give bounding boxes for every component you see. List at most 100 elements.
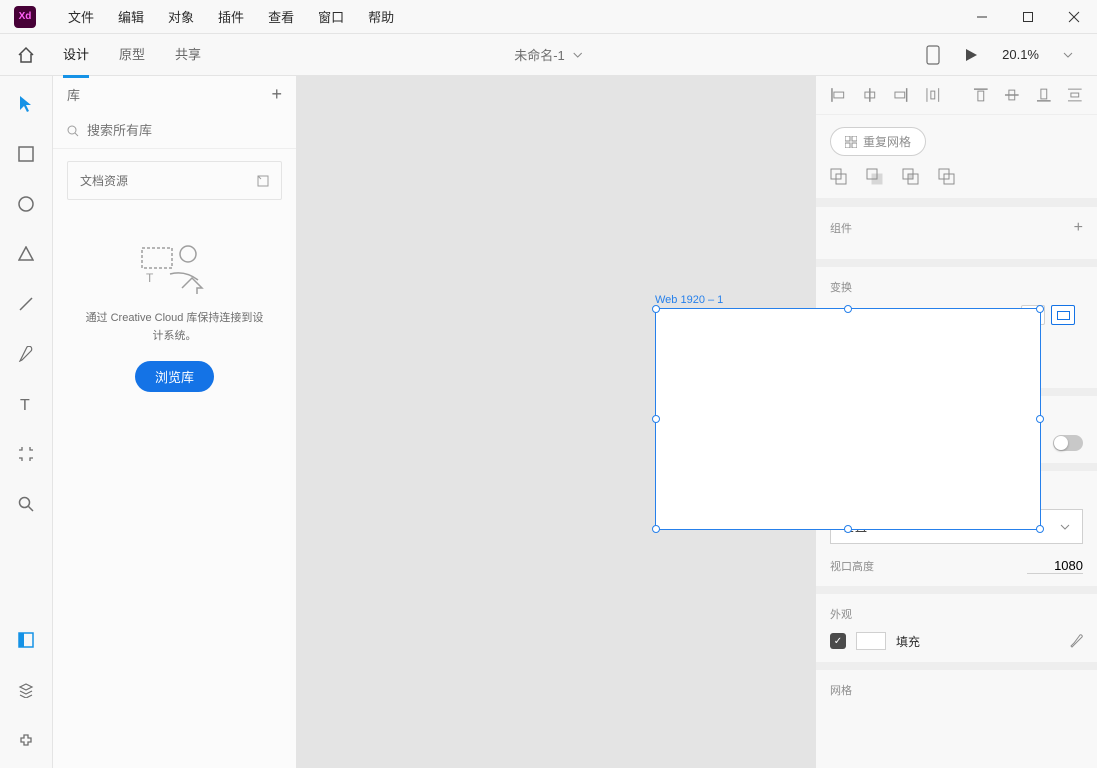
library-search[interactable] bbox=[53, 113, 296, 149]
eyedropper-icon[interactable] bbox=[1069, 634, 1083, 648]
zoom-value[interactable]: 20.1% bbox=[1002, 47, 1039, 62]
appearance-label: 外观 bbox=[830, 606, 852, 622]
viewport-height-label: 视口高度 bbox=[830, 558, 874, 574]
select-tool[interactable] bbox=[14, 92, 38, 116]
menu-file[interactable]: 文件 bbox=[68, 7, 94, 26]
mode-bar-right: 20.1% bbox=[926, 45, 1097, 65]
library-title: 库 bbox=[67, 85, 80, 104]
document-title[interactable]: 未命名-1 bbox=[514, 45, 583, 64]
distribute-v-icon[interactable] bbox=[1067, 86, 1083, 104]
home-icon bbox=[17, 46, 35, 64]
main-layout: T 库 + 文档资源 T 通过 Creative Cloud 库保持连接到设计系… bbox=[0, 76, 1097, 768]
menu-bar: 文件 编辑 对象 插件 查看 窗口 帮助 bbox=[68, 7, 394, 26]
repeat-section: 重复网格 bbox=[816, 115, 1097, 199]
exclude-icon[interactable] bbox=[938, 168, 956, 186]
align-row bbox=[816, 76, 1097, 115]
resize-handle-ml[interactable] bbox=[652, 415, 660, 423]
fill-swatch[interactable] bbox=[856, 632, 886, 650]
grid-label: 网格 bbox=[830, 682, 852, 698]
browse-libraries-button[interactable]: 浏览库 bbox=[135, 361, 214, 392]
zoom-chevron-icon[interactable] bbox=[1063, 52, 1073, 58]
component-section: 组件 + bbox=[816, 199, 1097, 259]
subtract-icon[interactable] bbox=[866, 168, 884, 186]
chevron-down-icon bbox=[573, 52, 583, 58]
polygon-tool[interactable] bbox=[14, 242, 38, 266]
search-icon bbox=[67, 125, 79, 137]
tab-share[interactable]: 共享 bbox=[175, 32, 201, 78]
viewport-height-input[interactable] bbox=[1027, 558, 1083, 574]
window-controls bbox=[959, 0, 1097, 34]
line-tool[interactable] bbox=[14, 292, 38, 316]
grid-section: 网格 bbox=[816, 662, 1097, 720]
resize-handle-bl[interactable] bbox=[652, 525, 660, 533]
tab-prototype[interactable]: 原型 bbox=[119, 32, 145, 78]
library-search-input[interactable] bbox=[87, 123, 282, 138]
landscape-button[interactable] bbox=[1051, 305, 1075, 325]
svg-text:T: T bbox=[20, 397, 30, 412]
transform-label: 变换 bbox=[830, 279, 852, 295]
maximize-button[interactable] bbox=[1005, 0, 1051, 34]
responsive-toggle[interactable] bbox=[1053, 435, 1083, 451]
left-toolbar: T bbox=[0, 76, 53, 768]
document-assets-label: 文档资源 bbox=[80, 172, 128, 189]
boolean-ops bbox=[830, 168, 1083, 186]
menu-window[interactable]: 窗口 bbox=[318, 7, 344, 26]
artboard[interactable] bbox=[655, 308, 1041, 530]
intersect-icon[interactable] bbox=[902, 168, 920, 186]
play-icon[interactable] bbox=[964, 48, 978, 62]
align-top-icon[interactable] bbox=[973, 86, 989, 104]
menu-help[interactable]: 帮助 bbox=[368, 7, 394, 26]
menu-edit[interactable]: 编辑 bbox=[118, 7, 144, 26]
resize-handle-br[interactable] bbox=[1036, 525, 1044, 533]
title-bar: Xd 文件 编辑 对象 插件 查看 窗口 帮助 bbox=[0, 0, 1097, 34]
add-component-button[interactable]: + bbox=[1074, 219, 1083, 237]
resize-handle-mr[interactable] bbox=[1036, 415, 1044, 423]
document-assets-button[interactable]: 文档资源 bbox=[67, 161, 282, 200]
tab-design[interactable]: 设计 bbox=[63, 32, 89, 78]
align-left-icon[interactable] bbox=[830, 86, 846, 104]
union-icon[interactable] bbox=[830, 168, 848, 186]
libraries-panel-button[interactable] bbox=[14, 628, 38, 652]
rectangle-tool[interactable] bbox=[14, 142, 38, 166]
zoom-tool[interactable] bbox=[14, 492, 38, 516]
artboard-label[interactable]: Web 1920 – 1 bbox=[655, 294, 723, 306]
text-tool[interactable]: T bbox=[14, 392, 38, 416]
menu-plugins[interactable]: 插件 bbox=[218, 7, 244, 26]
align-bottom-icon[interactable] bbox=[1036, 86, 1052, 104]
library-panel: 库 + 文档资源 T 通过 Creative Cloud 库保持连接到设计系统。… bbox=[53, 76, 297, 768]
ellipse-tool[interactable] bbox=[14, 192, 38, 216]
repeat-grid-label: 重复网格 bbox=[863, 133, 911, 150]
canvas-area[interactable]: Web 1920 – 1 bbox=[297, 76, 815, 768]
menu-object[interactable]: 对象 bbox=[168, 7, 194, 26]
distribute-h-icon[interactable] bbox=[925, 86, 941, 104]
back-icon bbox=[257, 175, 269, 187]
resize-handle-tr[interactable] bbox=[1036, 305, 1044, 313]
svg-text:T: T bbox=[146, 271, 154, 285]
align-center-v-icon[interactable] bbox=[1004, 86, 1020, 104]
align-right-icon[interactable] bbox=[893, 86, 909, 104]
library-description: 通过 Creative Cloud 库保持连接到设计系统。 bbox=[53, 310, 296, 345]
device-preview-icon[interactable] bbox=[926, 45, 940, 65]
appearance-section: 外观 ✓ 填充 bbox=[816, 586, 1097, 662]
fill-checkbox[interactable]: ✓ bbox=[830, 633, 846, 649]
close-button[interactable] bbox=[1051, 0, 1097, 34]
minimize-button[interactable] bbox=[959, 0, 1005, 34]
layers-panel-button[interactable] bbox=[14, 678, 38, 702]
chevron-down-icon bbox=[1060, 524, 1070, 530]
repeat-grid-icon bbox=[845, 136, 857, 148]
fill-label: 填充 bbox=[896, 633, 920, 650]
library-header: 库 + bbox=[53, 76, 296, 113]
repeat-grid-button[interactable]: 重复网格 bbox=[830, 127, 926, 156]
component-label: 组件 bbox=[830, 220, 852, 236]
home-button[interactable] bbox=[0, 46, 52, 64]
pen-tool[interactable] bbox=[14, 342, 38, 366]
add-library-button[interactable]: + bbox=[271, 84, 282, 105]
doc-title-label: 未命名-1 bbox=[514, 45, 565, 64]
resize-handle-tl[interactable] bbox=[652, 305, 660, 313]
plugins-panel-button[interactable] bbox=[14, 728, 38, 752]
resize-handle-tm[interactable] bbox=[844, 305, 852, 313]
artboard-tool[interactable] bbox=[14, 442, 38, 466]
align-center-h-icon[interactable] bbox=[862, 86, 878, 104]
menu-view[interactable]: 查看 bbox=[268, 7, 294, 26]
resize-handle-bm[interactable] bbox=[844, 525, 852, 533]
